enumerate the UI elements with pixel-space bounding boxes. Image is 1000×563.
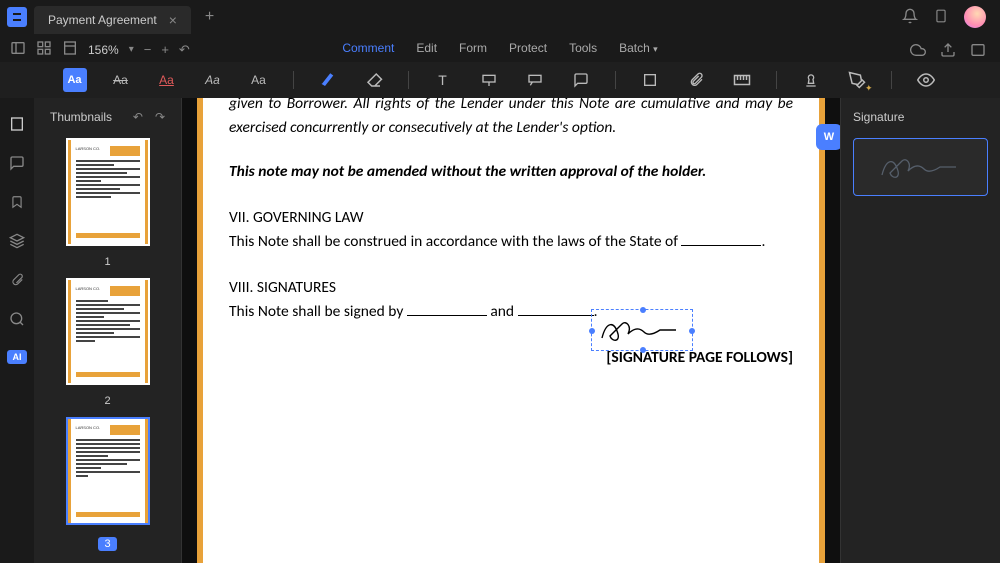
- saved-signature[interactable]: [853, 138, 988, 196]
- eraser-icon[interactable]: [362, 68, 386, 92]
- note-icon[interactable]: [569, 68, 593, 92]
- doc-sig-title: VIII. SIGNATURES: [229, 276, 793, 300]
- text-box-icon[interactable]: T: [431, 68, 455, 92]
- comments-rail-icon[interactable]: [9, 155, 25, 174]
- chevron-down-icon[interactable]: ▾: [129, 44, 134, 55]
- menu-comment[interactable]: Comment: [342, 41, 394, 55]
- shape-icon[interactable]: [638, 68, 662, 92]
- zoom-out-button[interactable]: −: [144, 42, 152, 57]
- new-tab-button[interactable]: +: [191, 8, 228, 26]
- tab-title: Payment Agreement: [48, 13, 157, 27]
- caret-tool[interactable]: Aa: [247, 68, 271, 92]
- document-viewport[interactable]: W given to Borrower. All rights of the L…: [182, 98, 840, 563]
- eye-icon[interactable]: [914, 68, 938, 92]
- panel-toggle-icon[interactable]: [10, 40, 26, 59]
- zoom-in-button[interactable]: +: [161, 42, 169, 57]
- strikethrough-tool[interactable]: Aa: [109, 68, 133, 92]
- signature-graphic[interactable]: [598, 316, 684, 346]
- share-icon[interactable]: [970, 42, 986, 61]
- thumbnails-panel: Thumbnails ↶ ↷ LARSON CO. 1 LARSON CO. 2…: [34, 98, 182, 563]
- highlight-tool[interactable]: Aa: [63, 68, 87, 92]
- document-page[interactable]: given to Borrower. All rights of the Len…: [197, 98, 825, 563]
- thumbnail-page-1[interactable]: LARSON CO.: [66, 138, 150, 246]
- rotate-right-icon[interactable]: ↷: [155, 110, 165, 124]
- signature-panel: Signature: [840, 98, 1000, 563]
- ai-rail-icon[interactable]: AI: [7, 350, 27, 364]
- textbox-icon[interactable]: [523, 68, 547, 92]
- comment-toolbar: Aa Aa Aa Aa Aa T ✦: [0, 62, 1000, 98]
- doc-amend-line: This note may not be amended without the…: [229, 160, 793, 184]
- device-icon[interactable]: [934, 7, 948, 28]
- thumbnails-rail-icon[interactable]: [9, 116, 25, 135]
- menu-form[interactable]: Form: [459, 41, 487, 55]
- menu-tools[interactable]: Tools: [569, 41, 597, 55]
- export-controls: [910, 42, 986, 61]
- underline-tool[interactable]: Aa: [155, 68, 179, 92]
- signature-panel-title: Signature: [853, 110, 988, 124]
- avatar[interactable]: [964, 6, 986, 28]
- marker-icon[interactable]: [316, 68, 340, 92]
- menu-edit[interactable]: Edit: [416, 41, 437, 55]
- thumbnail-page-3[interactable]: LARSON CO.: [66, 417, 150, 525]
- attach-icon[interactable]: [684, 68, 708, 92]
- bell-icon[interactable]: [902, 8, 918, 27]
- grid-view-icon[interactable]: [36, 40, 52, 59]
- undo-icon[interactable]: ↶: [179, 42, 190, 58]
- close-tab-icon[interactable]: ×: [169, 12, 177, 28]
- sign-icon[interactable]: ✦: [845, 68, 869, 92]
- doc-law-body: This Note shall be construed in accordan…: [229, 230, 793, 254]
- cloud-icon[interactable]: [910, 42, 926, 61]
- squiggly-tool[interactable]: Aa: [201, 68, 225, 92]
- page-view-icon[interactable]: [62, 40, 78, 59]
- word-export-button[interactable]: W: [816, 124, 840, 150]
- doc-paragraph-top: given to Borrower. All rights of the Len…: [229, 98, 793, 140]
- view-controls: 156% ▾ − + ↶: [10, 40, 190, 59]
- doc-sig-body: This Note shall be signed by and .: [229, 300, 793, 324]
- doc-law-title: VII. GOVERNING LAW: [229, 206, 793, 230]
- menu-protect[interactable]: Protect: [509, 41, 547, 55]
- zoom-level[interactable]: 156%: [88, 43, 119, 57]
- thumbnails-title: Thumbnails: [50, 110, 112, 124]
- thumb-label-3: 3: [98, 537, 116, 551]
- thumbnail-page-2[interactable]: LARSON CO.: [66, 278, 150, 386]
- app-icon[interactable]: [0, 7, 34, 27]
- callout-icon[interactable]: [477, 68, 501, 92]
- thumb-label-2: 2: [104, 395, 110, 407]
- doc-sig-follow: [SIGNATURE PAGE FOLLOWS]: [229, 346, 793, 370]
- menu-batch[interactable]: Batch ▾: [619, 41, 658, 55]
- bookmark-rail-icon[interactable]: [10, 194, 24, 213]
- measure-icon[interactable]: [730, 68, 754, 92]
- layers-rail-icon[interactable]: [9, 233, 25, 252]
- titlebar: Payment Agreement × +: [0, 0, 1000, 34]
- rotate-left-icon[interactable]: ↶: [133, 110, 143, 124]
- attach-rail-icon[interactable]: [10, 272, 24, 291]
- document-tab[interactable]: Payment Agreement ×: [34, 6, 191, 34]
- left-siderail: AI: [0, 98, 34, 563]
- export-icon[interactable]: [940, 42, 956, 61]
- thumb-label-1: 1: [104, 256, 110, 268]
- search-rail-icon[interactable]: [9, 311, 25, 330]
- stamp-icon[interactable]: [799, 68, 823, 92]
